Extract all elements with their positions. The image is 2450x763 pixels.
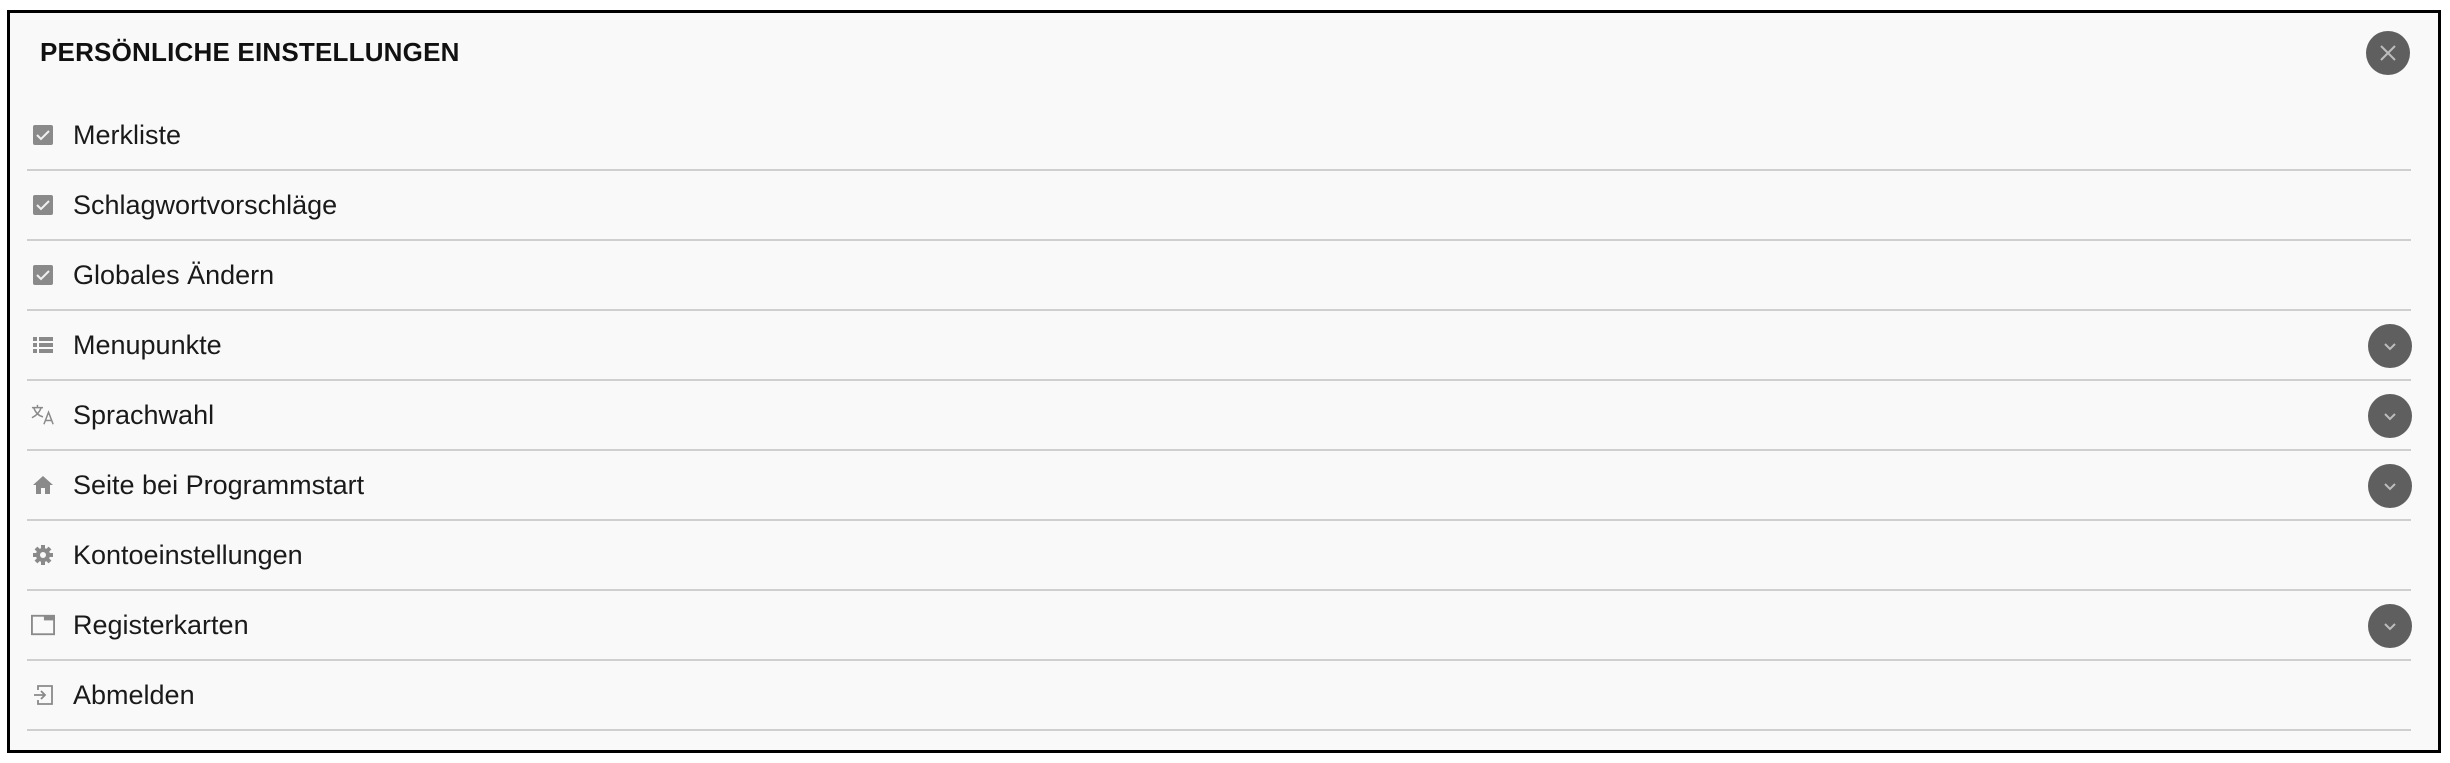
checkbox-checked-icon[interactable] [31, 263, 55, 287]
tab-icon [31, 613, 55, 637]
personal-settings-panel: PERSÖNLICHE EINSTELLUNGEN Merkliste Schl… [7, 10, 2441, 753]
chevron-down-icon [2384, 483, 2396, 491]
settings-item-menupunkte[interactable]: Menupunkte [27, 311, 2412, 381]
settings-item-seite-bei-programmstart[interactable]: Seite bei Programmstart [27, 451, 2412, 521]
item-label: Menupunkte [73, 329, 222, 360]
chevron-down-icon [2384, 343, 2396, 351]
checkbox-checked-icon[interactable] [31, 193, 55, 217]
expand-button[interactable] [2368, 604, 2412, 648]
settings-item-kontoeinstellungen[interactable]: Kontoeinstellungen [27, 521, 2411, 591]
settings-item-sprachwahl[interactable]: Sprachwahl [27, 381, 2412, 451]
item-label: Merkliste [73, 119, 182, 150]
translate-icon [31, 403, 55, 427]
gear-icon [31, 543, 55, 567]
list-icon [31, 333, 55, 357]
close-button[interactable] [2366, 31, 2410, 75]
chevron-down-icon [2384, 623, 2396, 631]
home-icon [31, 473, 55, 497]
settings-item-schlagwortvorschlaege[interactable]: Schlagwortvorschläge [27, 171, 2411, 241]
expand-button[interactable] [2368, 324, 2412, 368]
checkbox-checked-icon[interactable] [31, 123, 55, 147]
panel-title: PERSÖNLICHE EINSTELLUNGEN [40, 37, 460, 67]
expand-button[interactable] [2368, 394, 2412, 438]
item-label: Abmelden [73, 679, 195, 710]
item-label: Kontoeinstellungen [73, 539, 303, 570]
settings-item-abmelden[interactable]: Abmelden [27, 661, 2411, 731]
item-label: Sprachwahl [73, 399, 215, 430]
expand-button[interactable] [2368, 464, 2412, 508]
logout-icon [31, 683, 55, 707]
close-icon [2380, 45, 2396, 61]
chevron-down-icon [2384, 413, 2396, 421]
item-label: Schlagwortvorschläge [73, 189, 338, 220]
settings-item-merkliste[interactable]: Merkliste [27, 101, 2411, 171]
settings-item-globales-aendern[interactable]: Globales Ändern [27, 241, 2411, 311]
item-label: Registerkarten [73, 609, 249, 640]
settings-list: Merkliste Schlagwortvorschläge Globales … [27, 101, 2412, 731]
settings-item-registerkarten[interactable]: Registerkarten [27, 591, 2412, 661]
item-label: Globales Ändern [73, 259, 275, 290]
item-label: Seite bei Programmstart [73, 469, 365, 500]
